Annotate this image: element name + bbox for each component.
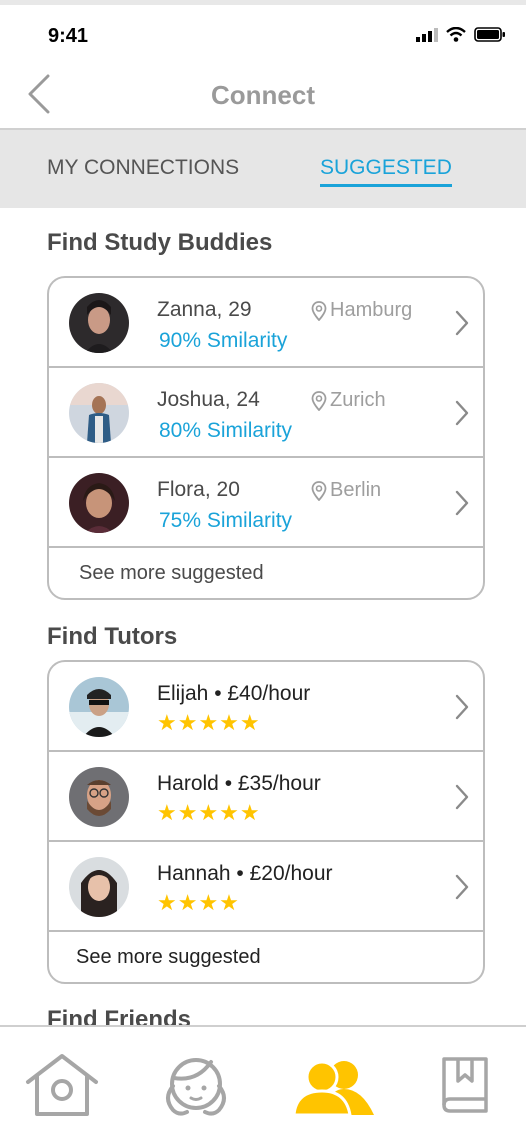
location: Berlin xyxy=(311,479,381,502)
location-text: Berlin xyxy=(330,479,382,501)
section-title-tutors: Find Tutors xyxy=(47,623,178,650)
tutor-name-rate: Harold • £35/hour xyxy=(157,772,321,795)
chevron-right-icon xyxy=(455,694,469,720)
similarity-score: 90% Smilarity xyxy=(159,329,288,352)
avatar xyxy=(69,383,129,443)
user-name: Zanna, 29 xyxy=(157,298,252,321)
segment-tabs: MY CONNECTIONS SUGGESTED xyxy=(0,130,526,208)
chevron-right-icon xyxy=(455,784,469,810)
location-pin-icon xyxy=(311,390,327,411)
rating-stars: ★★★★★ xyxy=(157,710,261,735)
location: Hamburg xyxy=(311,299,412,322)
list-item[interactable]: Elijah • £40/hour ★★★★★ xyxy=(49,662,483,752)
status-bar: 9:41 xyxy=(0,5,526,60)
list-item[interactable]: Joshua, 24 Zurich 80% Similarity xyxy=(49,368,483,458)
book-icon[interactable] xyxy=(440,1055,492,1117)
user-name: Joshua, 24 xyxy=(157,388,260,411)
list-item[interactable]: Zanna, 29 Hamburg 90% Smilarity xyxy=(49,278,483,368)
similarity-score: 75% Similarity xyxy=(159,509,293,532)
location-text: Hamburg xyxy=(330,299,413,321)
tutors-card: Elijah • £40/hour ★★★★★ Harold • £35/hou… xyxy=(47,660,485,984)
location-pin-icon xyxy=(311,480,327,501)
avatar xyxy=(69,857,129,917)
see-more-suggested-link[interactable]: See more suggested xyxy=(49,932,483,982)
section-title-study-buddies: Find Study Buddies xyxy=(47,229,273,256)
chevron-right-icon xyxy=(455,874,469,900)
rating-stars: ★★★★ xyxy=(157,890,240,915)
location: Zurich xyxy=(311,389,386,412)
home-icon[interactable] xyxy=(24,1052,100,1118)
list-item[interactable]: Flora, 20 Berlin 75% Similarity xyxy=(49,458,483,548)
avatar xyxy=(69,293,129,353)
chevron-right-icon xyxy=(455,400,469,426)
tutor-name-rate: Elijah • £40/hour xyxy=(157,682,311,705)
profile-icon[interactable] xyxy=(157,1052,235,1118)
tab-suggested[interactable]: SUGGESTED xyxy=(320,156,452,187)
rating-stars: ★★★★★ xyxy=(157,800,261,825)
bottom-tab-bar xyxy=(0,1025,526,1142)
avatar xyxy=(69,677,129,737)
location-pin-icon xyxy=(311,300,327,321)
avatar xyxy=(69,767,129,827)
status-time: 9:41 xyxy=(48,25,89,47)
see-more-suggested-link[interactable]: See more suggested xyxy=(49,548,483,598)
navigation-bar: Connect xyxy=(0,60,526,130)
chevron-right-icon xyxy=(455,490,469,516)
similarity-score: 80% Similarity xyxy=(159,419,293,442)
chevron-right-icon xyxy=(455,310,469,336)
battery-icon xyxy=(474,27,505,42)
avatar xyxy=(69,473,129,533)
status-icons xyxy=(416,27,506,42)
signal-icon xyxy=(416,27,438,42)
list-item[interactable]: Hannah • £20/hour ★★★★ xyxy=(49,842,483,932)
tab-my-connections[interactable]: MY CONNECTIONS xyxy=(47,156,239,180)
list-item[interactable]: Harold • £35/hour ★★★★★ xyxy=(49,752,483,842)
wifi-icon xyxy=(446,27,466,42)
user-name: Flora, 20 xyxy=(157,478,240,501)
tutor-name-rate: Hannah • £20/hour xyxy=(157,862,333,885)
location-text: Zurich xyxy=(330,389,386,411)
connections-icon[interactable] xyxy=(292,1059,376,1117)
study-buddies-card: Zanna, 29 Hamburg 90% Smilarity Joshua, … xyxy=(47,276,485,600)
page-title: Connect xyxy=(211,80,315,110)
